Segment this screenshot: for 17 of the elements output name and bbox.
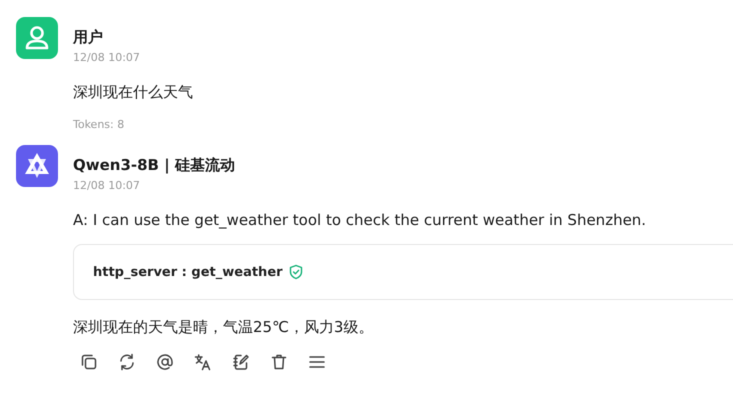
message-text: 深圳现在什么天气 [73, 82, 193, 102]
sender-name: Qwen3-8B | 硅基流动 [73, 155, 236, 175]
model-logo-icon [16, 145, 58, 187]
copy-icon[interactable] [79, 352, 99, 372]
user-avatar-icon [16, 17, 58, 59]
mention-icon[interactable] [155, 352, 175, 372]
token-count: Tokens: 8 [73, 118, 124, 131]
message-text: 深圳现在的天气是晴，气温25℃，风力3级。 [73, 317, 374, 337]
delete-icon[interactable] [269, 352, 289, 372]
message-time: 12/08 10:07 [73, 179, 141, 193]
edit-note-icon[interactable] [231, 352, 251, 372]
tool-call-label: http_server : get_weather [93, 264, 283, 280]
translate-icon[interactable] [193, 352, 213, 372]
sender-name: 用户 [73, 27, 104, 47]
message-text: A: I can use the get_weather tool to check the current weather in Shenzhen. [73, 210, 646, 230]
message-time: 12/08 10:07 [73, 51, 141, 65]
tool-call-card[interactable]: http_server : get_weather [73, 244, 733, 300]
